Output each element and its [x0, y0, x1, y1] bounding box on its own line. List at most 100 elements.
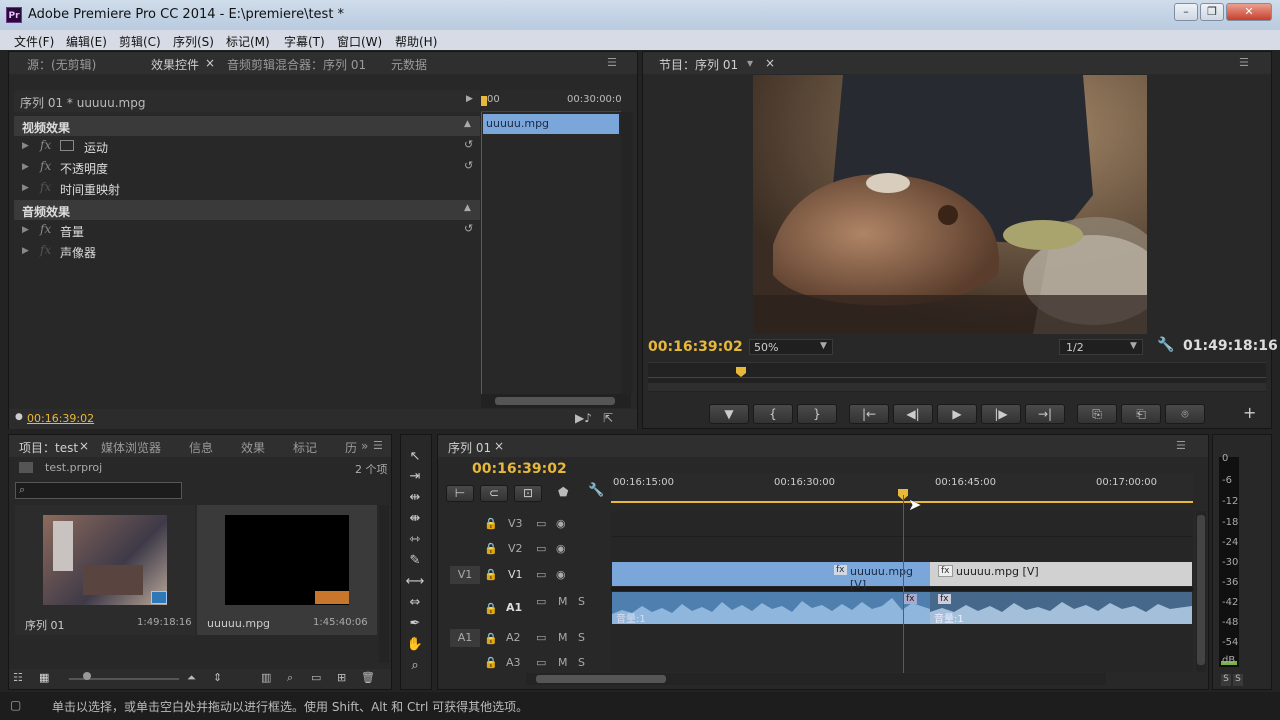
tab-project[interactable]: 项目：test — [19, 439, 78, 456]
scrollbar-thumb[interactable] — [1197, 515, 1205, 665]
program-ruler[interactable] — [648, 362, 1266, 392]
add-marker-icon[interactable]: ⬟ — [558, 485, 568, 499]
menu-sequence[interactable]: 序列(S) — [173, 33, 214, 50]
list-view-icon[interactable]: ☷ — [13, 671, 23, 684]
expand-icon[interactable]: ▶ — [22, 246, 29, 256]
menu-help[interactable]: 帮助(H) — [395, 33, 437, 50]
restore-button[interactable]: ❐ — [1200, 3, 1224, 21]
timeline-hscroll[interactable] — [526, 673, 1106, 685]
lock-icon[interactable]: 🔒 — [484, 656, 498, 669]
menu-file[interactable]: 文件(F) — [14, 33, 54, 50]
go-to-out-button[interactable]: →| — [1025, 404, 1065, 424]
zoom-select[interactable]: 50% ▼ — [749, 339, 833, 355]
icon-view-icon[interactable]: ▦ — [39, 671, 49, 684]
expand-icon[interactable]: ▶ — [22, 141, 29, 151]
sync-lock-icon[interactable]: ▭ — [536, 595, 546, 608]
razor-tool-icon[interactable]: ✎ — [405, 552, 425, 570]
solo-button[interactable]: S — [578, 595, 585, 608]
solo-button[interactable]: S — [578, 656, 585, 669]
automate-icon[interactable]: ⏶ — [187, 671, 196, 685]
sync-lock-icon[interactable]: ▭ — [536, 542, 546, 555]
timeline-vscroll[interactable] — [1196, 511, 1206, 672]
tab-close-icon[interactable]: × — [765, 56, 775, 70]
panel-menu-icon[interactable]: ☰ — [1239, 56, 1249, 69]
expand-icon[interactable]: ▶ — [22, 183, 29, 193]
slip-tool-icon[interactable]: ⟷ — [405, 573, 425, 591]
zoom-slider-handle[interactable] — [83, 672, 91, 680]
export-frame-button[interactable]: ⌾ — [1165, 404, 1205, 424]
lift-button[interactable]: ⎘ — [1077, 404, 1117, 424]
tab-effect-controls[interactable]: 效果控件 — [151, 56, 199, 73]
rolling-edit-tool-icon[interactable]: ⇼ — [405, 510, 425, 528]
step-back-button[interactable]: ◀| — [893, 404, 933, 424]
scrollbar-thumb[interactable] — [536, 675, 666, 683]
selection-tool-icon[interactable]: ↖ — [405, 448, 425, 466]
effect-mini-ruler[interactable]: 00 00:30:00:0 — [481, 90, 622, 112]
menu-window[interactable]: 窗口(W) — [337, 33, 382, 50]
sync-lock-icon[interactable]: ▭ — [536, 656, 546, 669]
tab-media-browser[interactable]: 媒体浏览器 — [101, 439, 161, 456]
go-to-in-button[interactable]: |← — [849, 404, 889, 424]
project-item-clip[interactable]: uuuuu.mpg 1:45:40:06 — [197, 505, 377, 635]
extract-button[interactable]: ⎗ — [1121, 404, 1161, 424]
mute-button[interactable]: M — [558, 656, 568, 669]
wrench-icon[interactable]: 🔧 — [1157, 337, 1174, 353]
linked-selection-button[interactable]: ⊡ — [514, 485, 542, 502]
nest-toggle-button[interactable]: ⊢ — [446, 485, 474, 502]
timeline-timecode[interactable]: 00:16:39:02 — [472, 461, 567, 477]
panel-menu-icon[interactable]: ☰ — [373, 439, 383, 452]
resolution-select[interactable]: 1/2 ▼ — [1059, 339, 1143, 355]
program-current-timecode[interactable]: 00:16:39:02 — [648, 339, 743, 355]
tab-close-icon[interactable]: × — [205, 56, 215, 70]
menu-marker[interactable]: 标记(M) — [226, 33, 270, 50]
fx-icon[interactable]: fx — [40, 138, 51, 152]
show-timeline-icon[interactable]: ▶ — [466, 94, 473, 104]
track-select-tool-icon[interactable]: ⇥ — [405, 468, 425, 486]
panel-menu-icon[interactable]: ☰ — [1176, 439, 1186, 452]
reset-icon[interactable]: ↺ — [464, 222, 473, 235]
new-item-icon[interactable]: ⊞ — [337, 671, 346, 684]
tab-effects[interactable]: 效果 — [241, 439, 265, 456]
source-patch-a1[interactable]: A1 — [450, 629, 480, 647]
project-item-sequence[interactable]: 序列 01 1:49:18:16 — [15, 505, 195, 635]
trash-icon[interactable]: 🗑 — [361, 671, 375, 684]
slide-tool-icon[interactable]: ⇔ — [405, 594, 425, 612]
tab-source[interactable]: 源：(无剪辑) — [27, 56, 96, 73]
tab-dropdown-icon[interactable]: ▾ — [747, 56, 753, 70]
export-icon[interactable]: ⇱ — [603, 411, 613, 425]
tab-metadata[interactable]: 元数据 — [391, 56, 427, 73]
mute-button[interactable]: M — [558, 595, 568, 608]
close-button[interactable]: ✕ — [1226, 3, 1272, 21]
add-marker-button[interactable]: ▼ — [709, 404, 749, 424]
pen-tool-icon[interactable]: ✒ — [405, 615, 425, 633]
step-forward-button[interactable]: |▶ — [981, 404, 1021, 424]
playhead-icon[interactable] — [481, 96, 487, 106]
playhead-icon[interactable] — [736, 367, 746, 377]
scrollbar-thumb[interactable] — [495, 397, 615, 405]
menu-title[interactable]: 字幕(T) — [284, 33, 325, 50]
program-zoom-bar[interactable] — [648, 383, 1266, 391]
fx-icon[interactable]: fx — [40, 222, 51, 236]
menu-edit[interactable]: 编辑(E) — [66, 33, 107, 50]
expand-icon[interactable]: ▶ — [22, 225, 29, 235]
effect-clip-bar[interactable]: uuuuu.mpg — [483, 114, 619, 134]
tab-history[interactable]: 历 — [345, 439, 357, 456]
effect-timecode[interactable]: 00:16:39:02 — [27, 412, 94, 425]
minimize-button[interactable]: – — [1174, 3, 1198, 21]
find-icon[interactable]: ⌕ — [287, 671, 293, 685]
timeline-ruler[interactable]: 00:16:15:00 00:16:30:00 00:16:45:00 00:1… — [611, 473, 1193, 503]
effect-vscroll[interactable] — [621, 112, 633, 394]
mute-button[interactable]: M — [558, 631, 568, 644]
sort-icon[interactable]: ⇕ — [213, 671, 222, 684]
solo-right-button[interactable]: S — [1233, 674, 1243, 686]
expand-icon[interactable]: ▶ — [22, 162, 29, 172]
ripple-edit-tool-icon[interactable]: ⇹ — [405, 489, 425, 507]
solo-button[interactable]: S — [578, 631, 585, 644]
menu-clip[interactable]: 剪辑(C) — [119, 33, 161, 50]
lock-icon[interactable]: 🔒 — [484, 517, 498, 530]
tab-program[interactable]: 节目：序列 01 — [659, 56, 738, 73]
video-clip-1[interactable]: fx uuuuu.mpg [V] — [612, 562, 930, 591]
automate-to-sequence-icon[interactable]: ▥ — [261, 671, 271, 684]
play-audio-icon[interactable]: ▶♪ — [575, 411, 592, 425]
source-patch-v1[interactable]: V1 — [450, 566, 480, 584]
